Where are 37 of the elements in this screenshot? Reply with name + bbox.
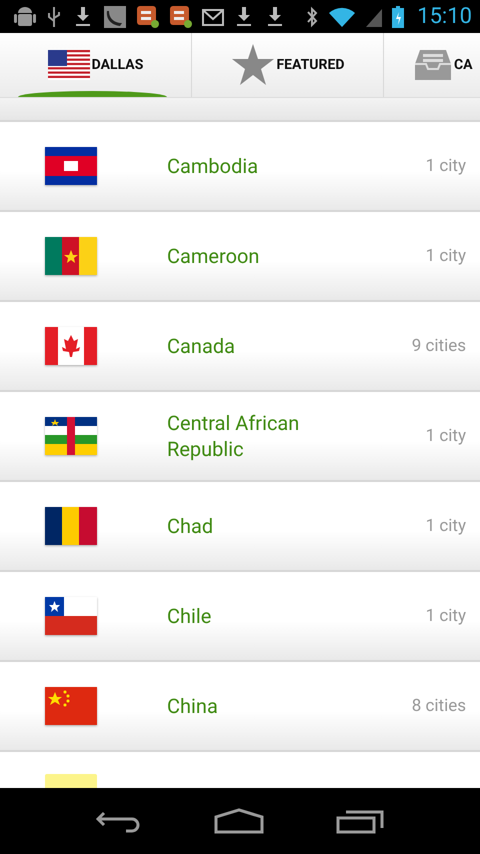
country-name: Chad [167,513,214,539]
flag-icon [45,507,97,545]
country-name: Chile [167,603,212,629]
flag-icon [45,774,97,788]
flag-icon [48,50,90,80]
tab[interactable]: DALLAS [0,33,192,97]
android-icon [14,4,36,28]
flag-icon [45,147,97,185]
city-count: 8 cities [412,696,466,716]
country-name: Canada [167,333,236,359]
country-name: Cambodia [167,153,260,179]
city-count: 1 city [426,516,466,536]
star-icon [230,43,274,87]
country-name: Central African Republic [167,410,300,462]
back-icon[interactable] [96,809,142,833]
flag-icon [45,597,97,635]
country-name: China [167,693,219,719]
flag-icon [45,327,97,365]
flag-icon [45,237,97,275]
s-app-icon [169,4,193,28]
clock: 15:10 [417,4,472,29]
city-count: 1 city [426,156,466,176]
country-name: Cameroon [167,243,260,269]
bluetooth-icon [305,4,320,28]
recent-apps-icon[interactable] [336,808,384,834]
tab[interactable]: CA [384,33,480,97]
home-icon[interactable] [214,808,264,834]
battery-icon [392,4,404,28]
flag-icon [45,687,97,725]
s-app-icon [136,4,160,28]
tab[interactable]: FEATURED [192,33,384,97]
city-count: 1 city [426,606,466,626]
city-count: 1 city [426,426,466,446]
usb-icon [45,4,63,28]
flag-icon [45,417,97,455]
city-count: 1 city [426,246,466,266]
city-count: 9 cities [412,336,466,356]
